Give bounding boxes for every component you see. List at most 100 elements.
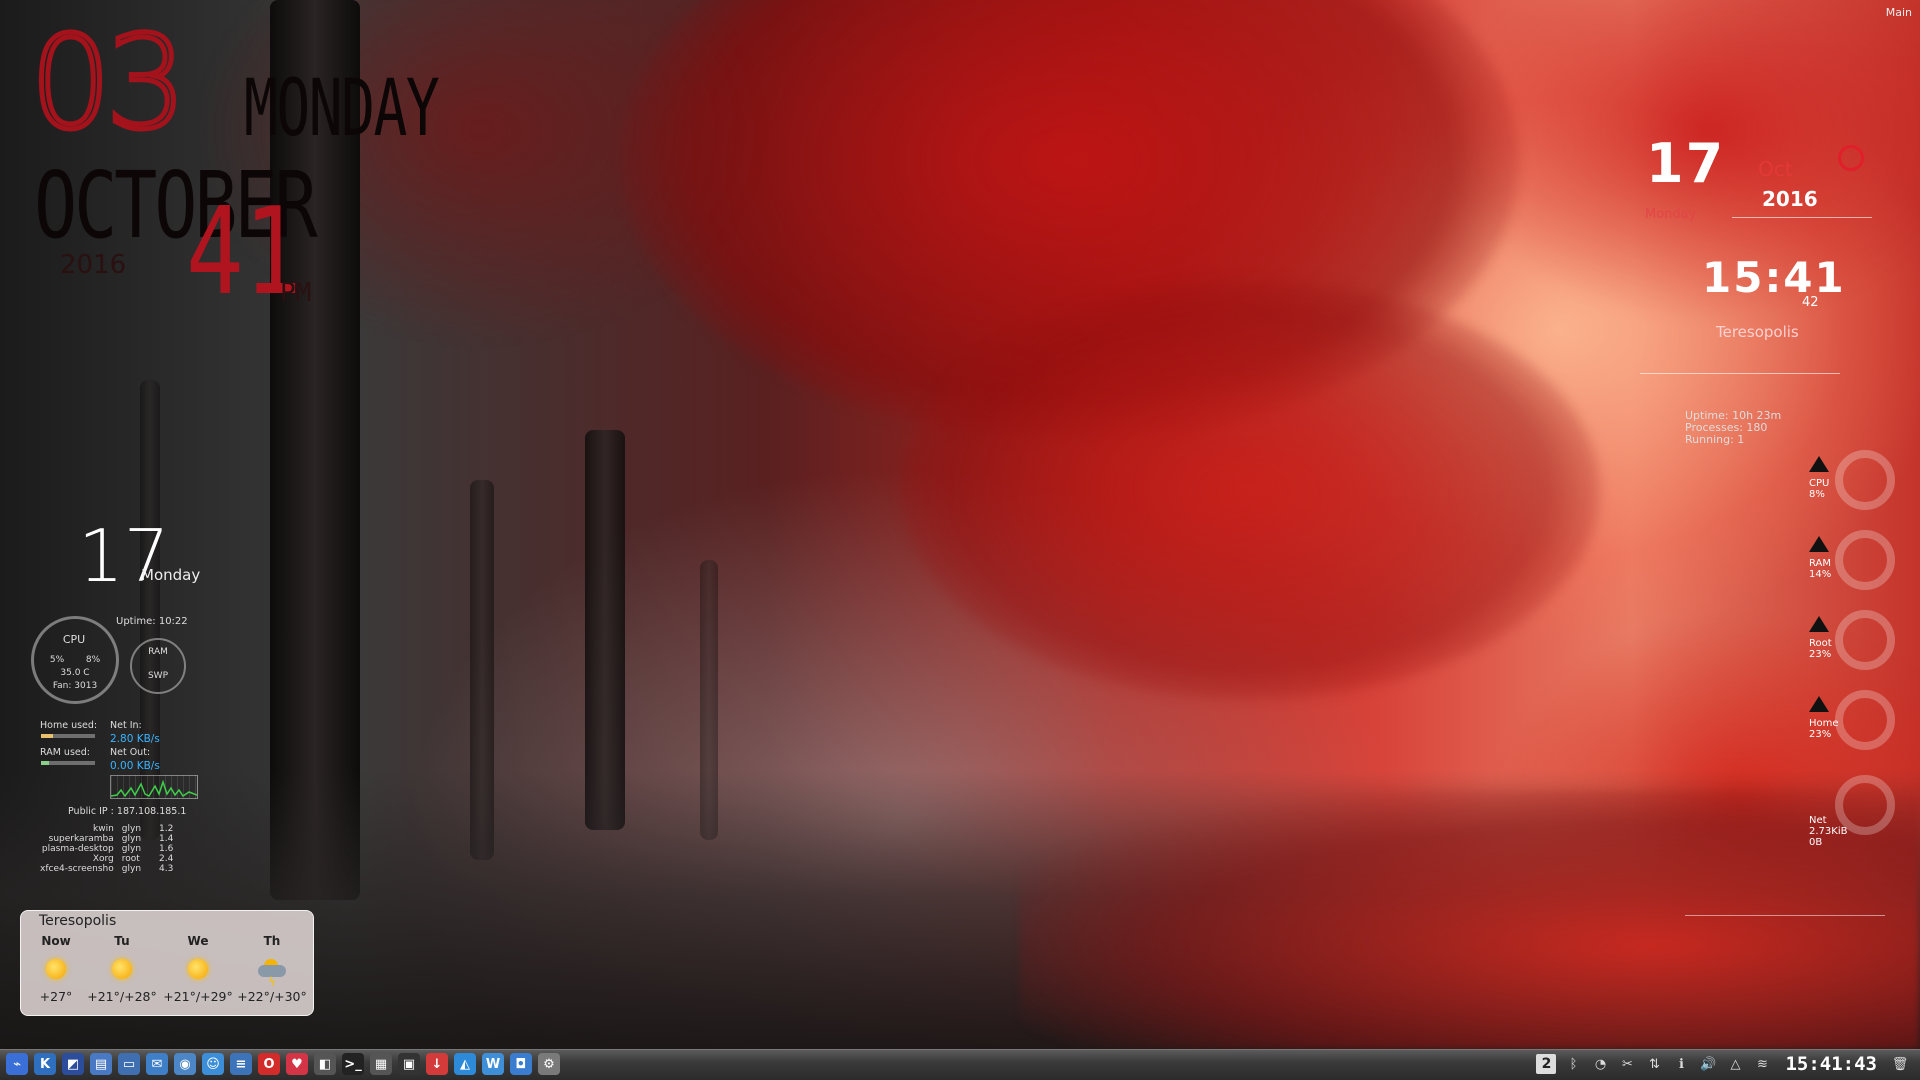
divider: [1640, 373, 1840, 374]
system-tray: 2 ᛒ ◔ ✂ ⇅ ℹ 🔊 △ ≋ 15:41:43 🗑: [1536, 1053, 1910, 1075]
net-ring-gauge: Net 2.73KiB 0B: [1805, 775, 1895, 848]
opera-icon[interactable]: O: [258, 1053, 280, 1075]
home-used-bar: [41, 734, 95, 738]
gauge-name: RAM: [1809, 558, 1832, 569]
network-graph: [110, 775, 198, 799]
weather-day-label: Th: [263, 934, 281, 948]
right-clock-day: 17: [1646, 132, 1726, 195]
sun-icon: [21, 959, 91, 979]
process-name: xfce4-screensho: [40, 864, 114, 874]
sun-icon: [163, 959, 233, 979]
finder-icon[interactable]: ☺: [202, 1053, 224, 1075]
net-out-value: 0.00 KB/s: [110, 760, 160, 772]
right-clock-month: Oct: [1758, 157, 1793, 181]
file-manager-icon[interactable]: ▤: [90, 1053, 112, 1075]
big-clock-widget: 03 MONDAY OCTOBER 2016 41 PM: [28, 17, 510, 313]
notification-icon[interactable]: ℹ: [1671, 1054, 1691, 1074]
taskbar-clock[interactable]: 15:41:43: [1785, 1053, 1877, 1075]
kickoff-icon[interactable]: ⌁: [6, 1053, 28, 1075]
browser-icon[interactable]: ◉: [174, 1053, 196, 1075]
process-name: kwin: [93, 824, 114, 834]
gauge-label: Root 23%: [1809, 638, 1832, 660]
process-cpu: 4.3: [159, 864, 174, 874]
network-icon[interactable]: ⇅: [1644, 1054, 1664, 1074]
table-row: kwin glyn 1.2: [36, 824, 177, 834]
cpu-temperature: 35.0 C: [60, 668, 90, 678]
weather-temp: +22°/+30°: [237, 989, 307, 1004]
cpu-core1: 5%: [49, 655, 65, 665]
wifi-icon[interactable]: ≋: [1752, 1054, 1772, 1074]
big-clock-year: 2016: [60, 250, 127, 280]
taskbar: ⌁ K ◩ ▤ ▭ ✉ ◉ ☺ ≡ O ♥ ◧ >_ ▦ ▣ ↓ ◭ W ◘ ⚙ 2 ᛒ ◔ ✂ ⇅ ℹ 🔊 △ ≋ 15:41:4…: [0, 1049, 1920, 1080]
settings-icon[interactable]: ⚙: [538, 1053, 560, 1075]
pocket-icon[interactable]: ♥: [286, 1053, 308, 1075]
weather-day-label: Tu: [114, 934, 130, 948]
gauge-wedge: [1809, 616, 1829, 632]
process-cpu: 1.4: [159, 834, 174, 844]
volume-icon[interactable]: 🔊: [1698, 1054, 1718, 1074]
home-used-fill: [41, 734, 54, 738]
weather-day-label: We: [187, 934, 209, 948]
expand-tray-icon[interactable]: △: [1725, 1054, 1745, 1074]
gauge-label: RAM 14%: [1809, 558, 1831, 580]
gauge-value: 14%: [1809, 569, 1832, 580]
gauge-name: Net: [1809, 815, 1827, 826]
storm-icon: ϟ: [237, 959, 307, 989]
writer-icon[interactable]: W: [482, 1053, 504, 1075]
swap-gauge-label: SWP: [147, 671, 169, 681]
gauge-wedge: [1809, 536, 1829, 552]
net-in-label: Net In:: [110, 720, 142, 731]
gauge-wedge: [1809, 456, 1829, 472]
cpu-gauge-label: CPU: [62, 633, 86, 646]
security-icon[interactable]: ◩: [62, 1053, 84, 1075]
process-name: Xorg: [92, 854, 114, 864]
wallpaper-foliage: [900, 280, 1600, 700]
right-clock-seconds: 42: [1802, 295, 1819, 310]
table-row: plasma-desktop glyn 1.6: [36, 844, 177, 854]
right-clock-time: 15:41: [1702, 253, 1846, 302]
big-clock-weekday: MONDAY: [244, 64, 440, 154]
right-system-info: Uptime: 10h 23m Processes: 180 Running: …: [1685, 410, 1781, 446]
gauge-ring: [1835, 690, 1895, 750]
gauge-value: 23%: [1809, 649, 1832, 660]
process-user: glyn: [121, 824, 142, 834]
system-monitor-widget: 17 Monday Uptime: 10:22 CPU 5% 8% 35.0 C…: [28, 520, 328, 880]
gauge-name: Home: [1809, 718, 1839, 729]
download-icon[interactable]: ↓: [426, 1053, 448, 1075]
monitor-icon[interactable]: ▣: [398, 1053, 420, 1075]
home-ring-gauge: Home 23%: [1805, 690, 1895, 762]
weather-widget[interactable]: Teresopolis Now +27° Tu +21°/+28° We +21…: [20, 910, 314, 1016]
gauge-value: 0B: [1809, 837, 1823, 848]
sysmon-uptime: Uptime: 10:22: [116, 616, 188, 627]
ram-ring-gauge: RAM 14%: [1805, 530, 1895, 602]
trash-icon[interactable]: 🗑: [1890, 1054, 1910, 1074]
puzzle-icon[interactable]: ◧: [314, 1053, 336, 1075]
folder-icon[interactable]: ▭: [118, 1053, 140, 1075]
activity-label[interactable]: Main: [1886, 6, 1912, 19]
divider: [1732, 217, 1872, 218]
cpu-core2: 8%: [85, 655, 101, 665]
desktop-pager[interactable]: 2: [1536, 1054, 1557, 1074]
table-row: xfce4-screensho glyn 4.3: [36, 864, 177, 874]
scissors-icon[interactable]: ✂: [1617, 1054, 1637, 1074]
weather-temp: +21°/+28°: [87, 989, 157, 1004]
gauge-name: CPU: [1809, 478, 1830, 489]
weather-temp: +21°/+29°: [163, 989, 233, 1004]
root-ring-gauge: Root 23%: [1805, 610, 1895, 682]
screenshot-icon[interactable]: ◘: [510, 1053, 532, 1075]
notes-icon[interactable]: ≡: [230, 1053, 252, 1075]
terminal-icon[interactable]: >_: [342, 1053, 364, 1075]
clipboard-icon[interactable]: ◔: [1590, 1054, 1610, 1074]
ram-used-fill: [41, 761, 49, 765]
process-cpu: 1.2: [159, 824, 174, 834]
kde-icon[interactable]: K: [34, 1053, 56, 1075]
gauge-label: Home 23%: [1809, 718, 1839, 740]
sysmon-uptime-label: Uptime:: [116, 616, 156, 627]
sysmon-uptime-value: 10:22: [158, 616, 188, 627]
image-icon[interactable]: ◭: [454, 1053, 476, 1075]
net-in-value: 2.80 KB/s: [110, 733, 160, 745]
apps-icon[interactable]: ▦: [370, 1053, 392, 1075]
bluetooth-icon[interactable]: ᛒ: [1563, 1054, 1583, 1074]
mail-icon[interactable]: ✉: [146, 1053, 168, 1075]
sun-icon: [87, 959, 157, 979]
